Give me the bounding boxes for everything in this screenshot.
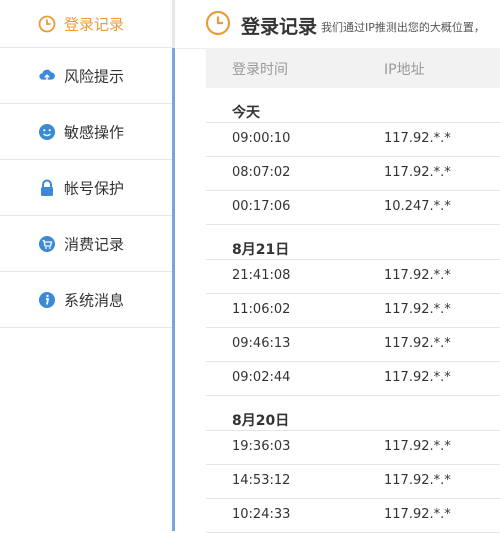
sidebar-item-label: 系统消息 (64, 291, 125, 309)
login-time: 21:41:08 (232, 268, 291, 283)
clock-icon (38, 15, 56, 33)
login-records-table: 登录时间 IP地址 今天 09:00:10 117.92.*.* 08:07:0… (206, 48, 500, 533)
login-ip: 117.92.*.* (384, 473, 451, 488)
date-group-title: 今天 (206, 88, 500, 123)
login-time: 14:53:12 (232, 473, 291, 488)
column-header-time: 登录时间 (232, 62, 288, 78)
sidebar-item-label: 消费记录 (64, 235, 125, 253)
table-row: 09:46:13 117.92.*.* (206, 328, 500, 362)
sidebar-item-spending-records[interactable]: 消费记录 (0, 216, 172, 272)
page-header: 登录记录 我们通过IP推测出您的大概位置， (175, 0, 500, 49)
login-ip: 117.92.*.* (384, 507, 451, 522)
login-ip: 117.92.*.* (384, 131, 451, 146)
lock-icon (38, 179, 56, 197)
table-row: 09:00:10 117.92.*.* (206, 123, 500, 157)
login-ip: 10.247.*.* (384, 199, 451, 214)
sidebar-item-label: 敏感操作 (64, 123, 125, 141)
page-description: 我们通过IP推测出您的大概位置， (321, 21, 485, 34)
table-row: 19:36:03 117.92.*.* (206, 431, 500, 465)
date-group-title: 8月21日 (206, 225, 500, 260)
table-row: 09:02:44 117.92.*.* (206, 362, 500, 396)
smiley-icon (38, 123, 56, 141)
login-time: 09:00:10 (232, 131, 291, 146)
date-label: 今天 (232, 105, 260, 121)
sidebar-item-system-messages[interactable]: 系统消息 (0, 272, 172, 328)
login-ip: 117.92.*.* (384, 268, 451, 283)
clock-icon (205, 10, 231, 36)
login-ip: 117.92.*.* (384, 165, 451, 180)
login-time: 19:36:03 (232, 439, 291, 454)
sidebar-item-label: 帐号保护 (64, 179, 125, 197)
login-time: 11:06:02 (232, 302, 291, 317)
table-row: 21:41:08 117.92.*.* (206, 260, 500, 294)
table-row: 08:07:02 117.92.*.* (206, 157, 500, 191)
sidebar-item-login-records[interactable]: 登录记录 (0, 0, 172, 48)
login-time: 10:24:33 (232, 507, 291, 522)
sidebar-item-risk-alerts[interactable]: 风险提示 (0, 48, 172, 104)
login-ip: 117.92.*.* (384, 370, 451, 385)
page-title: 登录记录 (241, 16, 318, 38)
table-row: 11:06:02 117.92.*.* (206, 294, 500, 328)
table-row: 14:53:12 117.92.*.* (206, 465, 500, 499)
table-row: 00:17:06 10.247.*.* (206, 191, 500, 225)
sidebar-item-label: 登录记录 (64, 15, 125, 33)
login-ip: 117.92.*.* (384, 302, 451, 317)
table-row: 10:24:33 117.92.*.* (206, 499, 500, 533)
info-icon (38, 291, 56, 309)
login-ip: 117.92.*.* (384, 439, 451, 454)
login-ip: 117.92.*.* (384, 336, 451, 351)
login-time: 09:46:13 (232, 336, 291, 351)
cart-icon (38, 235, 56, 253)
date-label: 8月21日 (232, 242, 290, 258)
column-header-ip: IP地址 (384, 62, 425, 78)
login-time: 08:07:02 (232, 165, 291, 180)
sidebar-divider-blue (172, 48, 175, 531)
table-header: 登录时间 IP地址 (206, 48, 500, 88)
login-time: 00:17:06 (232, 199, 291, 214)
cloud-upload-icon (38, 67, 56, 85)
date-label: 8月20日 (232, 413, 290, 429)
login-time: 09:02:44 (232, 370, 291, 385)
date-group-title: 8月20日 (206, 396, 500, 431)
sidebar-item-sensitive-ops[interactable]: 敏感操作 (0, 104, 172, 160)
sidebar-item-label: 风险提示 (64, 67, 125, 85)
sidebar: 登录记录 风险提示 敏感操作 帐号保护 消费记录 系统消息 (0, 0, 172, 531)
sidebar-item-account-protection[interactable]: 帐号保护 (0, 160, 172, 216)
